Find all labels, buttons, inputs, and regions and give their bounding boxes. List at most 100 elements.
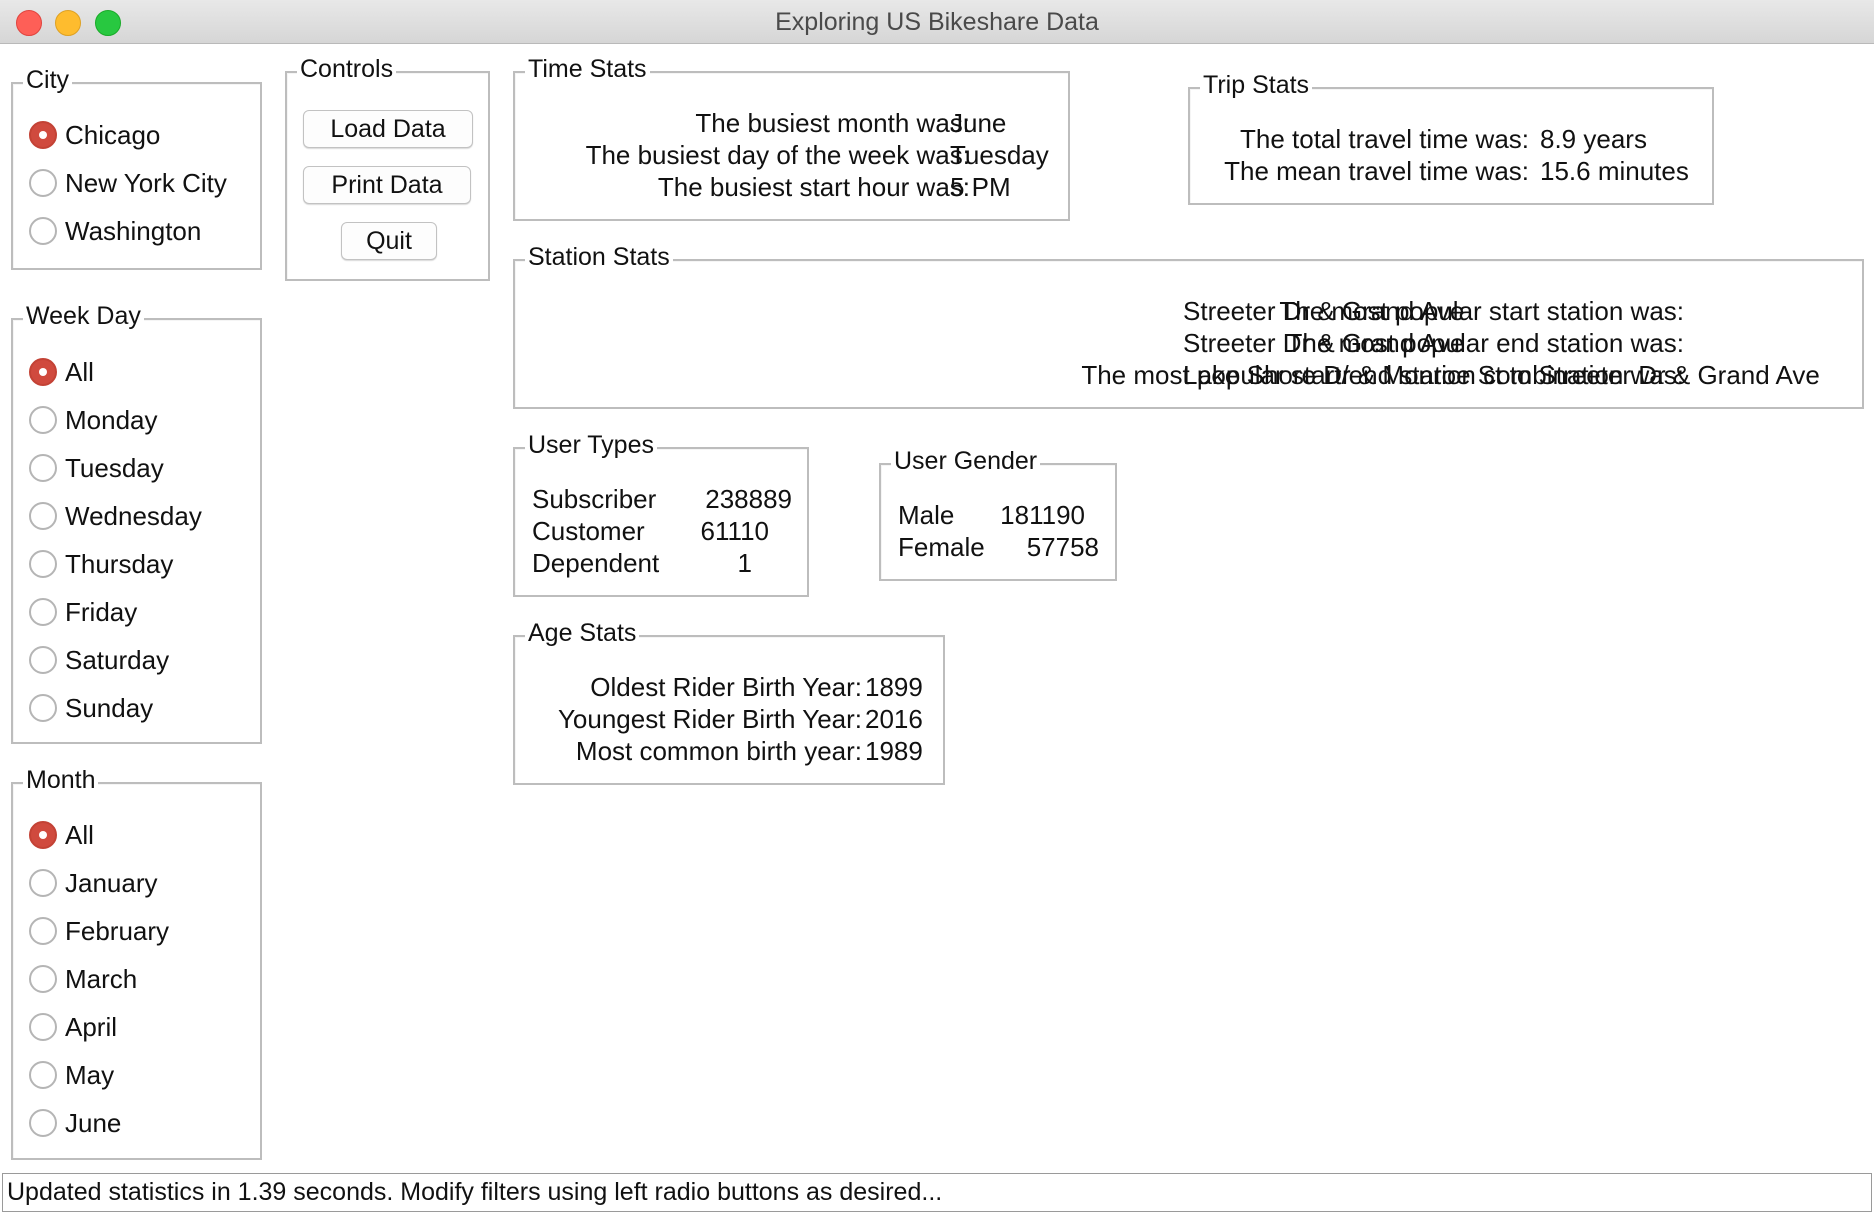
radio-unselected-icon xyxy=(29,917,57,945)
male-label: Male xyxy=(898,500,955,530)
month-radio-may[interactable]: May xyxy=(29,1058,114,1092)
status-bar: Updated statistics in 1.39 seconds. Modi… xyxy=(2,1173,1872,1212)
youngest-birth-year-value: 2016 xyxy=(865,704,923,734)
youngest-birth-year-label: Youngest Rider Birth Year: xyxy=(557,704,862,734)
popular-combination-value: Lake Shore Dr & Monroe St to Streeter Dr… xyxy=(1183,360,1820,390)
month-radio-all[interactable]: All xyxy=(29,818,94,852)
weekday-radio-monday[interactable]: Monday xyxy=(29,403,158,437)
trip-stats-group: Trip Stats The total travel time was: 8.… xyxy=(1188,69,1714,205)
radio-selected-icon xyxy=(29,821,57,849)
popular-start-station-value: Streeter Dr & Grand Ave xyxy=(1183,296,1465,326)
radio-unselected-icon xyxy=(29,502,57,530)
title-bar[interactable]: Exploring US Bikeshare Data xyxy=(0,0,1874,44)
busiest-hour-value: 5 PM xyxy=(950,172,1011,202)
month-radio-june[interactable]: June xyxy=(29,1106,121,1140)
busiest-month-label: The busiest month was: xyxy=(695,108,970,138)
quit-button[interactable]: Quit xyxy=(341,222,437,260)
age-stats-legend: Age Stats xyxy=(525,617,640,649)
radio-label: June xyxy=(65,1107,122,1138)
common-birth-year-label: Most common birth year: xyxy=(575,736,862,766)
month-legend: Month xyxy=(23,764,99,796)
station-stats-legend: Station Stats xyxy=(525,241,673,273)
time-stats-group: Time Stats The busiest month was: June T… xyxy=(513,53,1070,221)
radio-label: April xyxy=(65,1011,118,1042)
weekday-radio-all[interactable]: All xyxy=(29,355,94,389)
app-window: Exploring US Bikeshare Data City Chicago… xyxy=(0,0,1874,1214)
window-title: Exploring US Bikeshare Data xyxy=(775,8,1099,36)
oldest-birth-year-value: 1899 xyxy=(865,672,923,702)
station-stats-group: Station Stats The most popular start sta… xyxy=(513,241,1864,409)
user-gender-group: User Gender Male 181190 Female 57758 xyxy=(879,445,1117,581)
city-legend: City xyxy=(23,64,73,96)
radio-unselected-icon xyxy=(29,1013,57,1041)
radio-label: All xyxy=(65,819,94,850)
radio-unselected-icon xyxy=(29,217,57,245)
month-radio-january[interactable]: January xyxy=(29,866,158,900)
dependent-count: 1 xyxy=(737,548,752,578)
subscriber-count: 238889 xyxy=(705,484,792,514)
weekday-radio-friday[interactable]: Friday xyxy=(29,595,137,629)
customer-count: 61110 xyxy=(700,516,769,546)
mean-travel-time-value: 15.6 minutes xyxy=(1540,156,1689,186)
radio-selected-icon xyxy=(29,121,57,149)
radio-label: All xyxy=(65,356,94,387)
weekday-radio-sunday[interactable]: Sunday xyxy=(29,691,153,725)
radio-unselected-icon xyxy=(29,965,57,993)
weekday-radio-saturday[interactable]: Saturday xyxy=(29,643,169,677)
radio-label: Wednesday xyxy=(65,500,202,531)
radio-label: Tuesday xyxy=(65,452,164,483)
radio-label: Thursday xyxy=(65,548,174,579)
radio-label: Saturday xyxy=(65,644,170,675)
female-label: Female xyxy=(898,532,985,562)
time-stats-legend: Time Stats xyxy=(525,53,650,85)
user-types-group: User Types Subscriber 238889 Customer 61… xyxy=(513,429,809,597)
month-radio-february[interactable]: February xyxy=(29,914,169,948)
weekday-radio-wednesday[interactable]: Wednesday xyxy=(29,499,202,533)
load-data-button[interactable]: Load Data xyxy=(303,110,473,148)
radio-unselected-icon xyxy=(29,598,57,626)
age-stats-group: Age Stats Oldest Rider Birth Year: 1899 … xyxy=(513,617,945,785)
total-travel-time-value: 8.9 years xyxy=(1540,124,1647,154)
radio-label: Friday xyxy=(65,596,138,627)
weekday-group: Week Day All Monday Tuesday Wednesday Th… xyxy=(11,300,262,744)
radio-unselected-icon xyxy=(29,1061,57,1089)
customer-label: Customer xyxy=(532,516,645,546)
radio-unselected-icon xyxy=(29,694,57,722)
busiest-month-value: June xyxy=(950,108,1007,138)
city-group: City Chicago New York City Washington xyxy=(11,64,262,270)
oldest-birth-year-label: Oldest Rider Birth Year: xyxy=(590,672,862,702)
radio-unselected-icon xyxy=(29,646,57,674)
weekday-radio-tuesday[interactable]: Tuesday xyxy=(29,451,164,485)
female-count: 57758 xyxy=(1026,532,1099,562)
month-radio-april[interactable]: April xyxy=(29,1010,117,1044)
month-group: Month All January February March April M… xyxy=(11,764,262,1160)
radio-label: March xyxy=(65,963,138,994)
radio-label: February xyxy=(65,915,170,946)
controls-legend: Controls xyxy=(297,53,397,85)
print-data-button[interactable]: Print Data xyxy=(303,166,471,204)
total-travel-time-label: The total travel time was: xyxy=(1240,124,1529,154)
radio-label: Monday xyxy=(65,404,158,435)
dependent-label: Dependent xyxy=(532,548,660,578)
radio-label: New York City xyxy=(65,167,227,198)
mean-travel-time-label: The mean travel time was: xyxy=(1224,156,1529,186)
busiest-day-label: The busiest day of the week was: xyxy=(585,140,970,170)
user-types-legend: User Types xyxy=(525,429,657,461)
male-count: 181190 xyxy=(1000,500,1085,530)
city-radio-chicago[interactable]: Chicago xyxy=(29,118,160,152)
city-radio-washington[interactable]: Washington xyxy=(29,214,201,248)
user-gender-legend: User Gender xyxy=(891,445,1041,477)
trip-stats-legend: Trip Stats xyxy=(1200,69,1313,101)
radio-label: January xyxy=(65,867,158,898)
radio-unselected-icon xyxy=(29,406,57,434)
city-radio-new-york-city[interactable]: New York City xyxy=(29,166,227,200)
month-radio-march[interactable]: March xyxy=(29,962,137,996)
radio-unselected-icon xyxy=(29,550,57,578)
radio-unselected-icon xyxy=(29,869,57,897)
radio-unselected-icon xyxy=(29,1109,57,1137)
radio-unselected-icon xyxy=(29,169,57,197)
radio-label: Chicago xyxy=(65,119,161,150)
weekday-radio-thursday[interactable]: Thursday xyxy=(29,547,173,581)
busiest-hour-label: The busiest start hour was: xyxy=(657,172,970,202)
busiest-day-value: Tuesday xyxy=(950,140,1049,170)
